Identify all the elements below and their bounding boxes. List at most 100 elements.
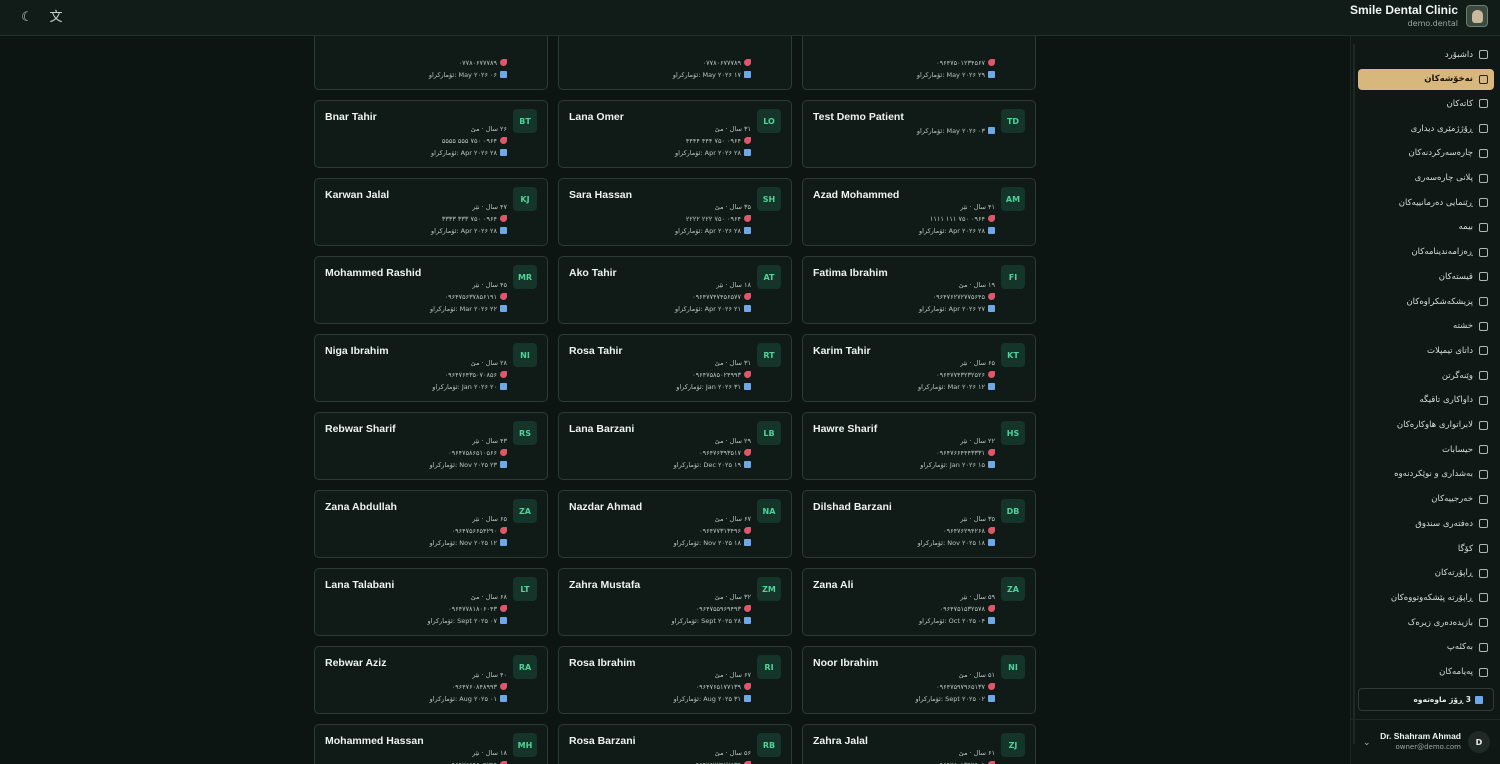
calendar-icon (744, 695, 751, 702)
chevron-down-icon[interactable]: ⌄ (1363, 738, 1371, 748)
sidebar-item-calculator[interactable]: حیسابات (1358, 439, 1494, 460)
patient-name: Zahra Jalal (813, 735, 868, 747)
patient-name: Ako Tahir (569, 267, 617, 279)
moon-icon[interactable]: ☾ (19, 10, 35, 26)
phone-icon (988, 605, 995, 612)
sidebar-item-package[interactable]: کۆگا (1358, 538, 1494, 559)
patient-initials-avatar: ZA (1001, 577, 1025, 601)
sidebar-item-user-plus[interactable]: پزیشکەشکراوەکان (1358, 291, 1494, 312)
visit-date: Apr ۲۰۲۶ ۲۸ :ئۆمارکراو (431, 149, 497, 157)
clipboard-icon (1479, 148, 1488, 158)
patient-phone: ۰۷۷۸۰۶۷۷۷۸۹ (703, 59, 751, 68)
translate-icon[interactable]: 文 (48, 10, 64, 26)
sidebar-item-book[interactable]: دەفتەری سندوق (1358, 513, 1494, 534)
calendar-icon (988, 539, 995, 546)
trial-badge[interactable]: 3 ڕۆژ ماوەتەوە (1358, 688, 1494, 711)
sidebar-item-shield[interactable]: بیمە (1358, 217, 1494, 238)
sidebar-item-receipt[interactable]: قیستەکان (1358, 266, 1494, 287)
image-icon (1479, 371, 1488, 381)
patient-card[interactable]: Azad Mohammed AM ۴۱ سال · نێر ۰۹۶۴ ۷۵۰ ۱۱۱ … (802, 178, 1036, 246)
patient-card[interactable]: Rosa Tahir RT ۳۱ سال · مێ ۰۹۶۴۷۵۸۵۰۲۴۹۹۳ Jan… (558, 334, 792, 402)
visit-date: Nov ۲۰۲۵ ۱۲ :ئۆمارکراو (429, 539, 497, 547)
patient-card[interactable]: Lana Barzani LB ۲۹ سال · مێ ۰۹۶۴۷۶۳۹۳۵۱۷ Dec… (558, 412, 792, 480)
sidebar-item-trending-up[interactable]: ڕاپۆرتە پێشکەوتووەکان (1358, 587, 1494, 608)
sidebar-item-calendar-days[interactable]: ڕۆژژمێری دیداری (1358, 118, 1494, 139)
sidebar-item-wrench[interactable]: داتای تیمپلات (1358, 340, 1494, 361)
sidebar-item-label: لابراتواری هاوکارەکان (1396, 420, 1473, 430)
patient-card[interactable]: Karim Tahir KT ۶۵ سال · نێر ۰۹۶۴۷۷۴۳۲۳۲۵۲۶ M… (802, 334, 1036, 402)
patient-card[interactable]: Test Demo Patient TD May ۲۰۲۶ ۰۳ :ئۆمارکرا… (802, 100, 1036, 168)
patient-age-gender: ۳۱ سال · مێ (714, 125, 751, 133)
patient-card[interactable]: Rosa Ibrahim RI ۶۷ سال · مێ ۰۹۶۴۷۶۵۱۷۷۱۳۹ Au… (558, 646, 792, 714)
sidebar-item-calendar[interactable]: کاتەکان (1358, 93, 1494, 114)
patient-card[interactable]: Mohammed Rashid MR ۴۵ سال · نێر ۰۹۶۴۷۵۶۳۷۸۵… (314, 256, 548, 324)
phone-number: ۰۹۶۴ ۷۵۰ ۱۱۱ ۱۱۱۱ (929, 215, 985, 223)
sidebar-item-users[interactable]: نەخۆشەکان (1358, 68, 1494, 90)
top-bar: ☾ 文 Smile Dental Clinic demo.dental (0, 0, 1500, 36)
patient-card[interactable]: Zahra Mustafa ZM ۳۲ سال · مێ ۰۹۶۴۷۵۵۹۶۹۴۹۳ S… (558, 568, 792, 636)
sidebar-item-file-signature[interactable]: ڕەزامەندینامەکان (1358, 242, 1494, 263)
patient-initials-avatar: ZJ (1001, 733, 1025, 757)
sidebar-item-dashboard[interactable]: داشبۆرد (1358, 44, 1494, 65)
calendar-icon (500, 539, 507, 546)
patient-name: Test Demo Patient (813, 111, 904, 123)
sidebar-item-wallet[interactable]: خەرجییەکان (1358, 489, 1494, 510)
patient-card[interactable]: Mohammed HassanMH۱۸ سال · نێر۰۹۶۴۷۶۶۴۶۰۴… (314, 724, 548, 764)
patient-age-gender: ۲۹ سال · مێ (714, 437, 751, 445)
user-menu[interactable]: ⌄ Dr. Shahram Ahmad owner@demo.com D (1351, 726, 1500, 760)
sidebar-item-database[interactable]: بەکئەپ (1358, 637, 1494, 658)
clinic-logo (1466, 5, 1488, 27)
patient-card[interactable]: Zana Abdullah ZA ۶۵ سال · نێر ۰۹۶۴۷۵۶۶۵۴۲۹۰… (314, 490, 548, 558)
patient-card[interactable]: ۰۹۶۴۷۵۰۱۲۳۴۵۶۷ May ۲۰۲۶ ۲۹ :ئۆمارکراو (802, 36, 1036, 90)
patient-card[interactable]: Zana Ali ZA ۵۹ سال · نێر ۰۹۶۴۷۵۱۵۳۲۵۷۸ Oct ۲… (802, 568, 1036, 636)
patient-card[interactable]: Rebwar Sharif RS ۴۳ سال · نێر ۰۹۶۴۷۵۸۶۵۱۰۵۶… (314, 412, 548, 480)
patient-card[interactable]: Lana Omer LO ۳۱ سال · مێ ۰۹۶۴ ۷۵۰ ۴۴۴ ۴۴۴۴ A… (558, 100, 792, 168)
patient-phone: ۰۹۶۴۷۷۴۷۴۵۶۵۷۷ (692, 293, 751, 302)
patient-initials-avatar: AT (757, 265, 781, 289)
patient-card[interactable]: Rebwar Aziz RA ۴۰ سال · نێر ۰۹۶۴۷۶۰۸۴۸۹۹۳ Au… (314, 646, 548, 714)
visit-date: Apr ۲۰۲۶ ۲۱ :ئۆمارکراو (675, 305, 741, 313)
patient-card[interactable]: Niga Ibrahim NI ۲۸ سال · مێ ۰۹۶۴۷۶۴۳۵۰۷۰۸۵۶… (314, 334, 548, 402)
patient-name: Hawre Sharif (813, 423, 878, 435)
patient-card[interactable]: Bnar Tahir BT ۲۶ سال · مێ ۰۹۶۴ ۷۵۰ ۵۵۵ ۵۵۵۵… (314, 100, 548, 168)
sidebar-item-image[interactable]: وێنەگرتن (1358, 365, 1494, 386)
sidebar-item-clipboard[interactable]: چارەسەرکردنەکان (1358, 143, 1494, 164)
sidebar-item-table[interactable]: خشتە (1358, 316, 1494, 337)
patient-card[interactable]: ۰۷۷۸۰۶۷۷۷۸۹ May ۲۰۲۶ ۱۷ :ئۆمارکراو (558, 36, 792, 90)
sidebar-item-flask[interactable]: داواکاری تاقیگە (1358, 390, 1494, 411)
sidebar-scrollbar[interactable] (1353, 44, 1355, 744)
calendar-icon (744, 149, 751, 156)
patient-card[interactable]: Hawre Sharif HS ۲۲ سال · نێر ۰۹۶۴۷۶۶۴۴۴۳۳۳۱… (802, 412, 1036, 480)
sidebar-item-credit-card[interactable]: بەشداری و نوێکردنەوە (1358, 464, 1494, 485)
sidebar-item-pill[interactable]: ڕێنمایی دەرمانییەکان (1358, 192, 1494, 213)
patient-card[interactable]: Karwan Jalal KJ ۴۷ سال · نێر ۰۹۶۴ ۷۵۰ ۳۳۳ ۳… (314, 178, 548, 246)
patient-card[interactable]: Dilshad Barzani DB ۳۵ سال · نێر ۰۹۶۴۷۶۲۹۴۲۶… (802, 490, 1036, 558)
patient-card[interactable]: Rosa BarzaniRB۵۶ سال · مێ۰۹۶۴۷۵۷۲۴۷۷۵۳۴J… (558, 724, 792, 764)
sidebar-item-bar-chart[interactable]: ڕاپۆرتەکان (1358, 563, 1494, 584)
patient-name: Rosa Barzani (569, 735, 636, 747)
patient-name: Rosa Tahir (569, 345, 623, 357)
patient-card[interactable]: Noor Ibrahim NI ۵۱ سال · مێ ۰۹۶۴۷۵۹۷۹۶۵۱۳۷ S… (802, 646, 1036, 714)
sidebar-item-brain[interactable]: بازیدەدەری زیرەک (1358, 612, 1494, 633)
patient-card[interactable]: Lana Talabani LT ۶۸ سال · مێ ۰۹۶۴۷۷۸۱۸۰۶۰۴۳… (314, 568, 548, 636)
phone-icon (988, 293, 995, 300)
visit-date: May ۲۰۲۶ ۰۶ :ئۆمارکراو (428, 71, 497, 79)
sidebar-item-building[interactable]: لابراتواری هاوکارەکان (1358, 415, 1494, 436)
phone-icon (988, 449, 995, 456)
sidebar-item-message[interactable]: پەیامەکان (1358, 662, 1494, 683)
patient-card[interactable]: Sara Hassan SH ۳۵ سال · مێ ۰۹۶۴ ۷۵۰ ۲۲۲ ۲۲۲… (558, 178, 792, 246)
patient-phone: ۰۹۶۴ ۷۵۰ ۵۵۵ ۵۵۵۵ (442, 137, 507, 146)
patient-card[interactable]: ۰۷۷۸۰۶۷۷۷۸۹ May ۲۰۲۶ ۰۶ :ئۆمارکراو (314, 36, 548, 90)
sidebar-item-label: پەیامەکان (1439, 667, 1473, 677)
phone-number: ۰۹۶۴۷۶۵۱۷۷۱۳۹ (695, 683, 741, 691)
clinic-brand[interactable]: Smile Dental Clinic demo.dental (1350, 3, 1488, 29)
phone-icon (988, 527, 995, 534)
patient-card[interactable]: Nazdar Ahmad NA ۶۷ سال · مێ ۰۹۶۴۷۷۳۱۳۴۹۶ Nov… (558, 490, 792, 558)
patient-card[interactable]: Zahra JalalZJ۶۱ سال · مێ۰۹۶۴۷۶۰۱۳۹۲۵۰۱Ju… (802, 724, 1036, 764)
sidebar-item-clipboard-list[interactable]: پلانی چارەسەری (1358, 168, 1494, 189)
patient-name: Niga Ibrahim (325, 345, 389, 357)
patient-age-gender: ۴۳ سال · نێر (472, 437, 507, 445)
patient-card[interactable]: Fatima Ibrahim FI ۱۹ سال · مێ ۰۹۶۴۷۶۲۷۲۷۷۵۶… (802, 256, 1036, 324)
patient-card[interactable]: Ako Tahir AT ۱۸ سال · نێر ۰۹۶۴۷۷۴۷۴۵۶۵۷۷ Apr… (558, 256, 792, 324)
patient-visit: Apr ۲۰۲۶ ۲۷ :ئۆمارکراو (919, 305, 995, 314)
